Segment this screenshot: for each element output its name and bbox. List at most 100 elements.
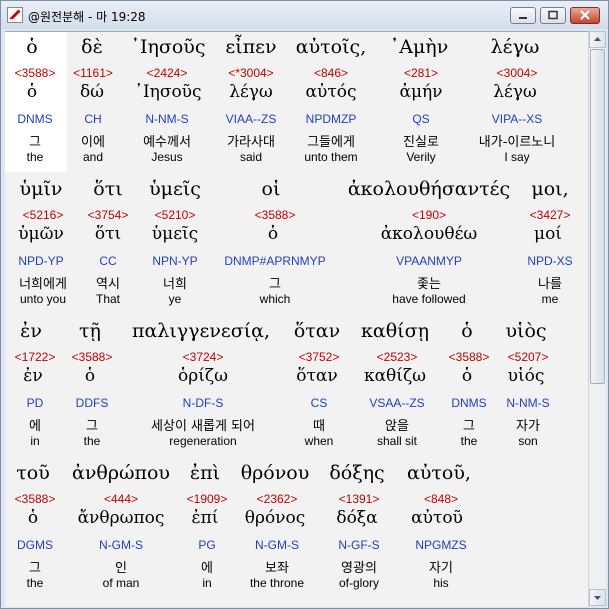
greek-word[interactable]: αὐτοῦ, xyxy=(407,462,471,484)
strong-number[interactable]: <2523> xyxy=(377,350,418,364)
greek-word[interactable]: εἶπεν xyxy=(225,36,276,58)
strong-number[interactable]: <3752> xyxy=(299,350,340,364)
lemma: υἱός xyxy=(507,366,545,386)
lemma: ὑμεῖς xyxy=(151,224,199,244)
greek-word[interactable]: λέγω xyxy=(491,36,540,58)
strong-number[interactable]: <846> xyxy=(314,66,348,80)
lemma: ὁ xyxy=(27,508,39,528)
strong-number[interactable]: <*3004> xyxy=(228,66,273,80)
parsing-code: CC xyxy=(99,254,117,268)
greek-word[interactable]: ὅτι xyxy=(93,178,122,200)
parsing-code: QS xyxy=(412,112,430,126)
strong-number[interactable]: <3004> xyxy=(497,66,538,80)
korean-gloss: 그 xyxy=(86,419,98,434)
strong-number[interactable]: <3724> xyxy=(183,350,224,364)
lemma: λέγω xyxy=(229,82,273,102)
lemma: δώ xyxy=(79,82,105,102)
vertical-scrollbar[interactable] xyxy=(588,31,606,606)
arrow-up-icon xyxy=(594,37,601,41)
korean-gloss: 자기 xyxy=(429,561,453,576)
parsing-code: N-NM-S xyxy=(145,112,189,126)
maximize-button[interactable] xyxy=(540,7,566,24)
greek-word[interactable]: ᾿Αμὴν xyxy=(390,36,449,58)
greek-word[interactable]: ἀνθρώπου xyxy=(72,462,170,484)
parsing-code: DNMS xyxy=(17,112,53,126)
greek-word[interactable]: τοῦ xyxy=(16,462,50,484)
english-gloss: his xyxy=(433,576,449,590)
greek-word[interactable]: τῇ xyxy=(79,320,101,342)
strong-number[interactable]: <5207> xyxy=(508,350,549,364)
strong-number[interactable]: <190> xyxy=(412,208,446,222)
parsing-code: N-GM-S xyxy=(99,538,143,552)
greek-word[interactable]: δὲ xyxy=(81,36,103,58)
parsing-code: N-DF-S xyxy=(182,396,224,410)
strong-number[interactable]: <3588> xyxy=(72,350,113,364)
korean-gloss: 세상이 새롭게 되어 xyxy=(151,419,255,434)
strong-number[interactable]: <3754> xyxy=(88,208,129,222)
strong-number[interactable]: <2362> xyxy=(257,492,298,506)
close-button[interactable] xyxy=(570,7,600,24)
strong-number[interactable]: <3588> xyxy=(449,350,490,364)
korean-gloss: 자가 xyxy=(516,419,540,434)
greek-word[interactable]: ὅταν xyxy=(294,320,340,342)
parsing-code: DNMS xyxy=(451,396,487,410)
korean-gloss: 좇는 xyxy=(417,277,441,292)
greek-word[interactable]: ὁ xyxy=(26,36,37,58)
strong-number[interactable]: <5216> xyxy=(23,208,64,222)
minimize-button[interactable] xyxy=(510,7,536,24)
title-bar[interactable]: @원전분해 - 마 19:28 xyxy=(1,1,608,29)
greek-word[interactable]: ὑμῖν xyxy=(20,178,63,200)
greek-word[interactable]: οἱ xyxy=(262,178,281,200)
korean-gloss: 예수께서 xyxy=(143,135,191,150)
lemma: ἀκολουθέω xyxy=(380,224,478,244)
english-gloss: unto you xyxy=(19,292,67,306)
strong-number[interactable]: <3588> xyxy=(255,208,296,222)
strong-number[interactable]: <3588> xyxy=(15,66,56,80)
strong-number[interactable]: <1909> xyxy=(187,492,228,506)
lemma: ὁρίζω xyxy=(178,366,228,386)
english-gloss: regeneration xyxy=(169,434,237,448)
lemma: ὑμῶν xyxy=(18,224,64,244)
greek-word[interactable]: ᾿Ιησοῦς xyxy=(131,36,206,58)
strong-number[interactable]: <281> xyxy=(404,66,438,80)
english-gloss: the xyxy=(460,434,478,448)
strong-number[interactable]: <1161> xyxy=(73,66,113,80)
korean-gloss: 때 xyxy=(313,419,325,434)
strong-number[interactable]: <1391> xyxy=(339,492,380,506)
greek-word[interactable]: ἐπὶ xyxy=(190,462,220,484)
parsing-code: CS xyxy=(310,396,328,410)
greek-word[interactable]: θρόνου xyxy=(241,462,310,484)
strong-number[interactable]: <1722> xyxy=(15,350,56,364)
strong-number[interactable]: <3588> xyxy=(15,492,56,506)
korean-gloss: 보좌 xyxy=(265,561,289,576)
lemma: καθίζω xyxy=(363,366,427,386)
greek-word[interactable]: ὁ xyxy=(461,320,472,342)
greek-word[interactable]: υἱὸς xyxy=(505,320,546,342)
strong-number[interactable]: <2424> xyxy=(147,66,188,80)
greek-word[interactable]: καθίσῃ xyxy=(361,320,429,342)
strong-number[interactable]: <3427> xyxy=(530,208,571,222)
greek-word[interactable]: δόξης xyxy=(329,462,384,484)
scroll-down-button[interactable] xyxy=(589,589,606,606)
greek-word[interactable]: ὑμεῖς xyxy=(149,178,201,200)
greek-word[interactable]: ἐν xyxy=(20,320,42,342)
strong-number[interactable]: <848> xyxy=(424,492,458,506)
scroll-up-button[interactable] xyxy=(589,31,606,48)
strong-number[interactable]: <5210> xyxy=(155,208,196,222)
korean-gloss: 그 xyxy=(29,135,41,150)
english-gloss: unto them xyxy=(304,150,358,164)
scroll-thumb[interactable] xyxy=(590,49,605,384)
greek-word[interactable]: μοι, xyxy=(531,178,568,200)
greek-word[interactable]: αὐτοῖς, xyxy=(296,36,366,58)
app-window: @원전분해 - 마 19:28 ὁ <3588> ὁ DNMS 그 the δὲ… xyxy=(0,0,609,609)
strong-number[interactable]: <444> xyxy=(104,492,138,506)
greek-word[interactable]: ἀκολουθήσαντές xyxy=(348,178,510,200)
korean-gloss: 너희에게 xyxy=(19,277,67,292)
english-gloss: of-glory xyxy=(338,576,380,590)
parsing-code: NPN-YP xyxy=(152,254,198,268)
parsing-code: VIPA--XS xyxy=(491,112,543,126)
greek-word[interactable]: παλιγγενεσίᾳ, xyxy=(132,320,270,342)
korean-gloss: 나를 xyxy=(538,277,562,292)
parsing-code: DGMS xyxy=(17,538,53,552)
lemma: ὅταν xyxy=(296,366,338,386)
